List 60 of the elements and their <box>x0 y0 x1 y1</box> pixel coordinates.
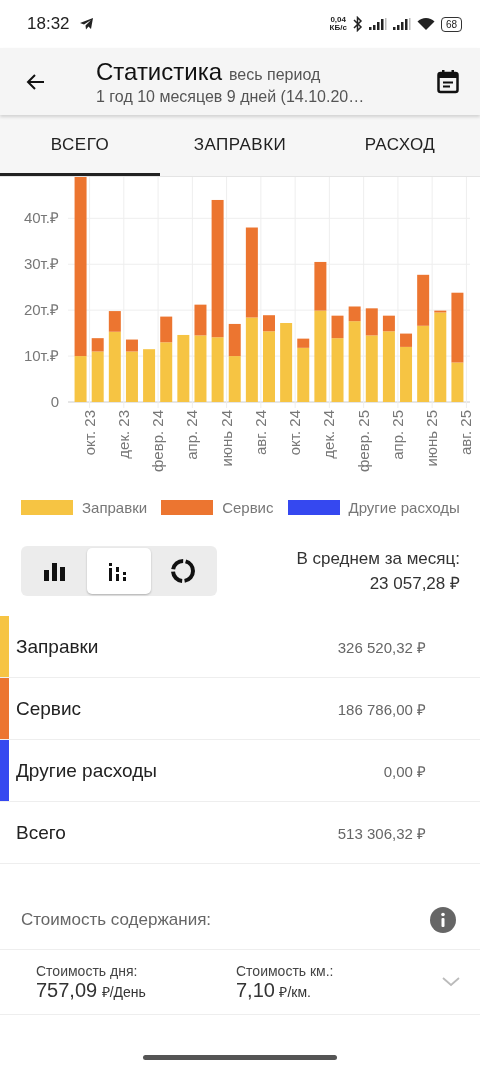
tab[interactable]: РАСХОД <box>320 115 480 176</box>
battery-indicator: 68 <box>440 16 462 32</box>
x-axis-label: апр. 24 <box>183 410 201 460</box>
info-icon <box>430 907 456 933</box>
bar <box>228 323 241 357</box>
x-axis-label: окт. 23 <box>80 410 98 456</box>
bar <box>177 334 190 402</box>
cost-label: Стоимость км.: <box>236 962 335 979</box>
x-axis-label: дек. 23 <box>114 410 132 459</box>
category-amount: 513 306,32 ₽ <box>337 823 426 843</box>
signal-icon <box>368 18 387 30</box>
legend-label: Сервис <box>222 499 274 516</box>
category-label: Другие расходы <box>16 759 158 782</box>
category-amount: 186 786,00 ₽ <box>337 699 426 719</box>
donut-chart-icon <box>170 558 196 584</box>
bar <box>143 349 156 402</box>
bar-chart-icon <box>44 561 66 581</box>
wifi-icon <box>416 17 435 31</box>
upkeep-title: Стоимость содержания: <box>21 910 212 930</box>
period-range: 1 год 10 месяцев 9 дней (14.10.20… <box>96 87 366 106</box>
bluetooth-icon <box>352 16 363 32</box>
tab[interactable]: ВСЕГО <box>0 115 160 176</box>
status-time: 18:32 <box>27 14 70 34</box>
category-amount: 326 520,32 ₽ <box>337 637 426 657</box>
x-axis-label: февр. 24 <box>149 410 167 472</box>
category-amount: 0,00 ₽ <box>383 761 426 781</box>
signal-icon <box>392 18 411 30</box>
legend-label: Заправки <box>82 499 148 516</box>
x-axis-label: авг. 25 <box>457 410 475 455</box>
tab[interactable]: ЗАПРАВКИ <box>160 115 320 176</box>
cost-value: 7,10 ₽/км. <box>236 978 312 1002</box>
paper-plane-icon <box>79 18 94 30</box>
x-axis-label: окт. 24 <box>286 410 304 456</box>
y-axis-label: 20т.₽ <box>23 301 59 319</box>
y-axis-label: 30т.₽ <box>23 255 59 273</box>
cost-value: 757,09 ₽/День <box>36 978 147 1002</box>
x-axis-label: июнь 24 <box>217 410 235 467</box>
category-label: Сервис <box>16 697 83 720</box>
calendar-icon <box>436 68 460 95</box>
bar <box>228 356 241 402</box>
average-value: 23 057,28 ₽ <box>368 573 460 595</box>
category-label: Всего <box>16 821 67 844</box>
y-axis-label: 0 <box>50 393 59 410</box>
x-axis-label: июнь 25 <box>423 410 441 467</box>
legend-label: Другие расходы <box>348 499 460 516</box>
y-axis-label: 40т.₽ <box>23 209 59 227</box>
chart-type-button[interactable] <box>87 548 151 594</box>
y-axis-label: 10т.₽ <box>23 347 59 365</box>
chevron-down-icon <box>442 977 460 987</box>
category-label: Заправки <box>16 635 100 658</box>
x-axis-label: февр. 25 <box>354 410 372 472</box>
period-label: весь период <box>229 65 321 84</box>
info-button[interactable] <box>430 907 456 933</box>
x-axis-label: дек. 24 <box>320 410 338 459</box>
cost-label: Стоимость дня: <box>36 962 139 979</box>
screen-title: Статистика <box>96 57 223 86</box>
network-speed: 0,04 КБ/с <box>329 16 347 32</box>
average-label: В среднем за месяц: <box>296 548 460 570</box>
x-axis-label: авг. 24 <box>251 410 269 455</box>
x-axis-label: апр. 25 <box>388 410 406 460</box>
